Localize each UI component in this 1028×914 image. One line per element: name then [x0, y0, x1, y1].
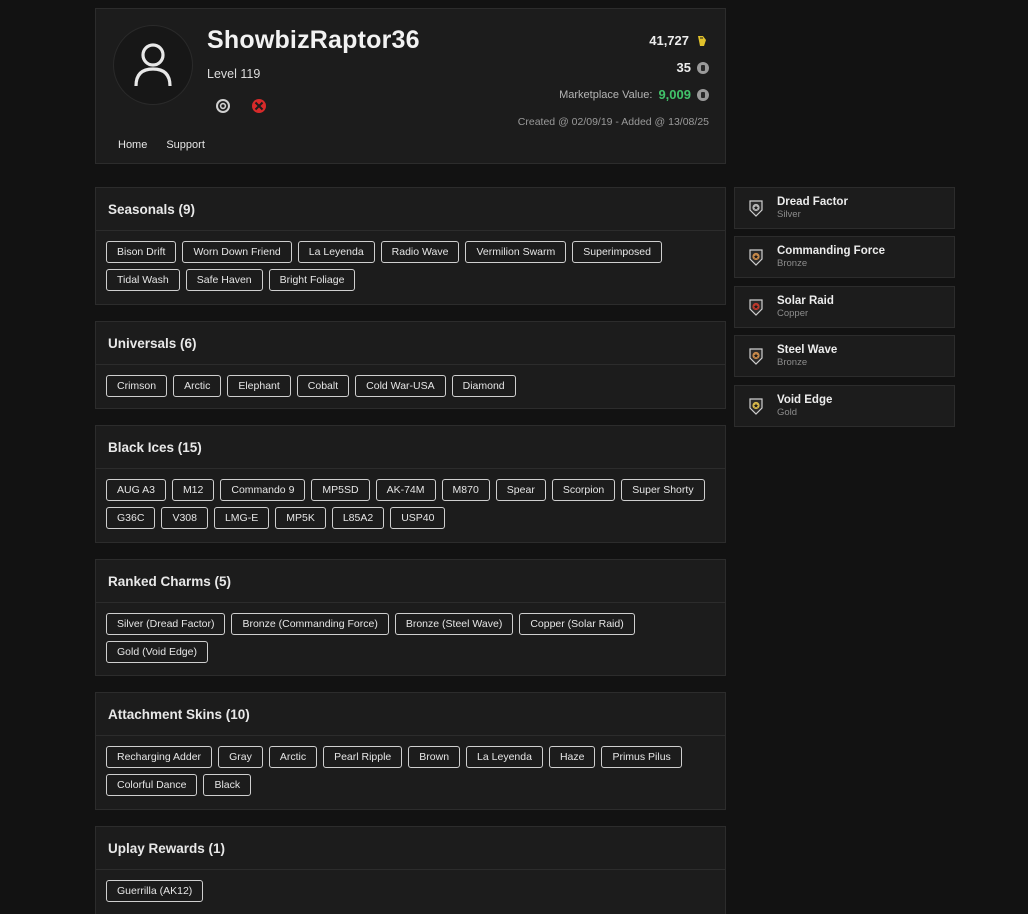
item-tag[interactable]: LMG-E: [213, 507, 270, 529]
charm-name: Dread Factor: [777, 196, 848, 208]
item-tag[interactable]: Vermilion Swarm: [465, 241, 567, 263]
section-title: Uplay Rewards (1): [96, 827, 725, 870]
item-tag[interactable]: M870: [441, 479, 490, 501]
xbox-icon: [252, 99, 266, 113]
item-tag[interactable]: L85A2: [331, 507, 385, 529]
charm-icon: [748, 397, 764, 415]
renown-value: 41,727: [649, 33, 689, 48]
level-label: Level 119: [207, 67, 261, 81]
section-uplay-rewards: Uplay Rewards (1) Guerrilla (AK12): [95, 826, 726, 914]
item-tag[interactable]: Pearl Ripple: [323, 746, 403, 768]
ubisoft-icon: [216, 99, 230, 113]
renown-stat: 41,727: [518, 27, 709, 54]
charm-name: Solar Raid: [777, 295, 834, 307]
item-tag[interactable]: Primus Pilus: [601, 746, 682, 768]
item-tag[interactable]: MP5K: [275, 507, 326, 529]
avatar: [113, 25, 193, 105]
charm-tier: Copper: [777, 308, 809, 319]
charm-tier: Bronze: [777, 258, 808, 269]
item-tag[interactable]: Bright Foliage: [268, 269, 356, 291]
profile-card: ShowbizRaptor36 Level 119 41,727 35 Mark…: [95, 8, 726, 164]
item-tag[interactable]: USP40: [390, 507, 446, 529]
item-tag[interactable]: Arctic: [173, 375, 222, 397]
item-tag[interactable]: G36C: [106, 507, 156, 529]
item-tag[interactable]: Bronze (Commanding Force): [231, 613, 389, 635]
section-title: Attachment Skins (10): [96, 693, 725, 736]
nav-home[interactable]: Home: [118, 139, 147, 151]
item-tag[interactable]: M12: [171, 479, 215, 501]
charm-icon: [748, 199, 764, 217]
section-ranked-charms: Ranked Charms (5) Silver (Dread Factor) B…: [95, 559, 726, 676]
r6-credit-icon: [697, 88, 709, 101]
marketplace-label: Marketplace Value:: [559, 88, 653, 101]
user-icon: [134, 43, 172, 87]
item-tag[interactable]: Crimson: [106, 375, 168, 397]
item-tag[interactable]: Superimposed: [572, 241, 662, 263]
item-tag[interactable]: Scorpion: [551, 479, 616, 501]
item-tag[interactable]: Cold War-USA: [355, 375, 446, 397]
item-tag[interactable]: Bison Drift: [106, 241, 177, 263]
item-tag[interactable]: Colorful Dance: [106, 774, 198, 796]
r6-credits-stat: 35: [518, 54, 709, 81]
section-attachment-skins: Attachment Skins (10) Recharging Adder Gr…: [95, 692, 726, 810]
item-tag[interactable]: AK-74M: [375, 479, 436, 501]
charm-card[interactable]: Steel Wave Bronze: [734, 335, 955, 377]
charm-card[interactable]: Void Edge Gold: [734, 385, 955, 427]
nav-support[interactable]: Support: [166, 139, 205, 151]
item-tag[interactable]: Gray: [218, 746, 263, 768]
charm-tier: Gold: [777, 407, 798, 418]
item-tag[interactable]: Black: [203, 774, 252, 796]
renown-icon: [698, 35, 706, 46]
item-tag[interactable]: La Leyenda: [297, 241, 375, 263]
charm-card[interactable]: Dread Factor Silver: [734, 187, 955, 229]
section-title: Seasonals (9): [96, 188, 725, 231]
item-tag[interactable]: Spear: [495, 479, 546, 501]
item-tag[interactable]: Brown: [408, 746, 461, 768]
item-tag[interactable]: Haze: [548, 746, 596, 768]
item-tag[interactable]: Guerrilla (AK12): [106, 880, 204, 902]
item-tag[interactable]: Gold (Void Edge): [106, 641, 208, 663]
charm-name: Commanding Force: [777, 245, 885, 257]
item-tag[interactable]: Safe Haven: [185, 269, 263, 291]
section-black-ices: Black Ices (15) AUG A3 M12 Commando 9 MP5SD…: [95, 425, 726, 543]
charm-card[interactable]: Solar Raid Copper: [734, 286, 955, 328]
section-title: Universals (6): [96, 322, 725, 365]
item-tag[interactable]: Radio Wave: [380, 241, 460, 263]
item-tag[interactable]: Recharging Adder: [106, 746, 213, 768]
charm-name: Steel Wave: [777, 344, 838, 356]
item-tag[interactable]: Super Shorty: [621, 479, 705, 501]
created-date: Created @ 02/09/19 - Added @ 13/08/25: [517, 115, 709, 128]
r6-credit-icon: [697, 61, 709, 74]
charm-icon: [748, 248, 764, 266]
section-seasonals: Seasonals (9) Bison Drift Worn Down Frien…: [95, 187, 726, 305]
item-tag[interactable]: Commando 9: [220, 479, 306, 501]
marketplace-value: 9,009: [658, 87, 691, 102]
item-tag[interactable]: V308: [161, 507, 208, 529]
item-tag[interactable]: AUG A3: [106, 479, 166, 501]
item-tag[interactable]: Diamond: [451, 375, 516, 397]
charm-tier: Silver: [777, 209, 801, 220]
item-tag[interactable]: Silver (Dread Factor): [106, 613, 226, 635]
charm-name: Void Edge: [777, 394, 833, 406]
username: ShowbizRaptor36: [207, 26, 420, 54]
section-universals: Universals (6) Crimson Arctic Elephant Coba…: [95, 321, 726, 409]
charm-tier: Bronze: [777, 357, 808, 368]
section-title: Black Ices (15): [96, 426, 725, 469]
item-tag[interactable]: Elephant: [227, 375, 291, 397]
item-tag[interactable]: Bronze (Steel Wave): [394, 613, 514, 635]
item-tag[interactable]: MP5SD: [311, 479, 370, 501]
marketplace-stat: Marketplace Value: 9,009: [518, 81, 709, 108]
item-tag[interactable]: Arctic: [268, 746, 318, 768]
charm-icon: [748, 347, 764, 365]
item-tag[interactable]: Copper (Solar Raid): [519, 613, 635, 635]
charm-icon: [748, 298, 764, 316]
item-tag[interactable]: Worn Down Friend: [182, 241, 292, 263]
section-title: Ranked Charms (5): [96, 560, 725, 603]
item-tag[interactable]: La Leyenda: [466, 746, 543, 768]
r6-credits-value: 35: [676, 60, 691, 75]
item-tag[interactable]: Cobalt: [296, 375, 350, 397]
item-tag[interactable]: Tidal Wash: [106, 269, 180, 291]
charm-card[interactable]: Commanding Force Bronze: [734, 236, 955, 278]
